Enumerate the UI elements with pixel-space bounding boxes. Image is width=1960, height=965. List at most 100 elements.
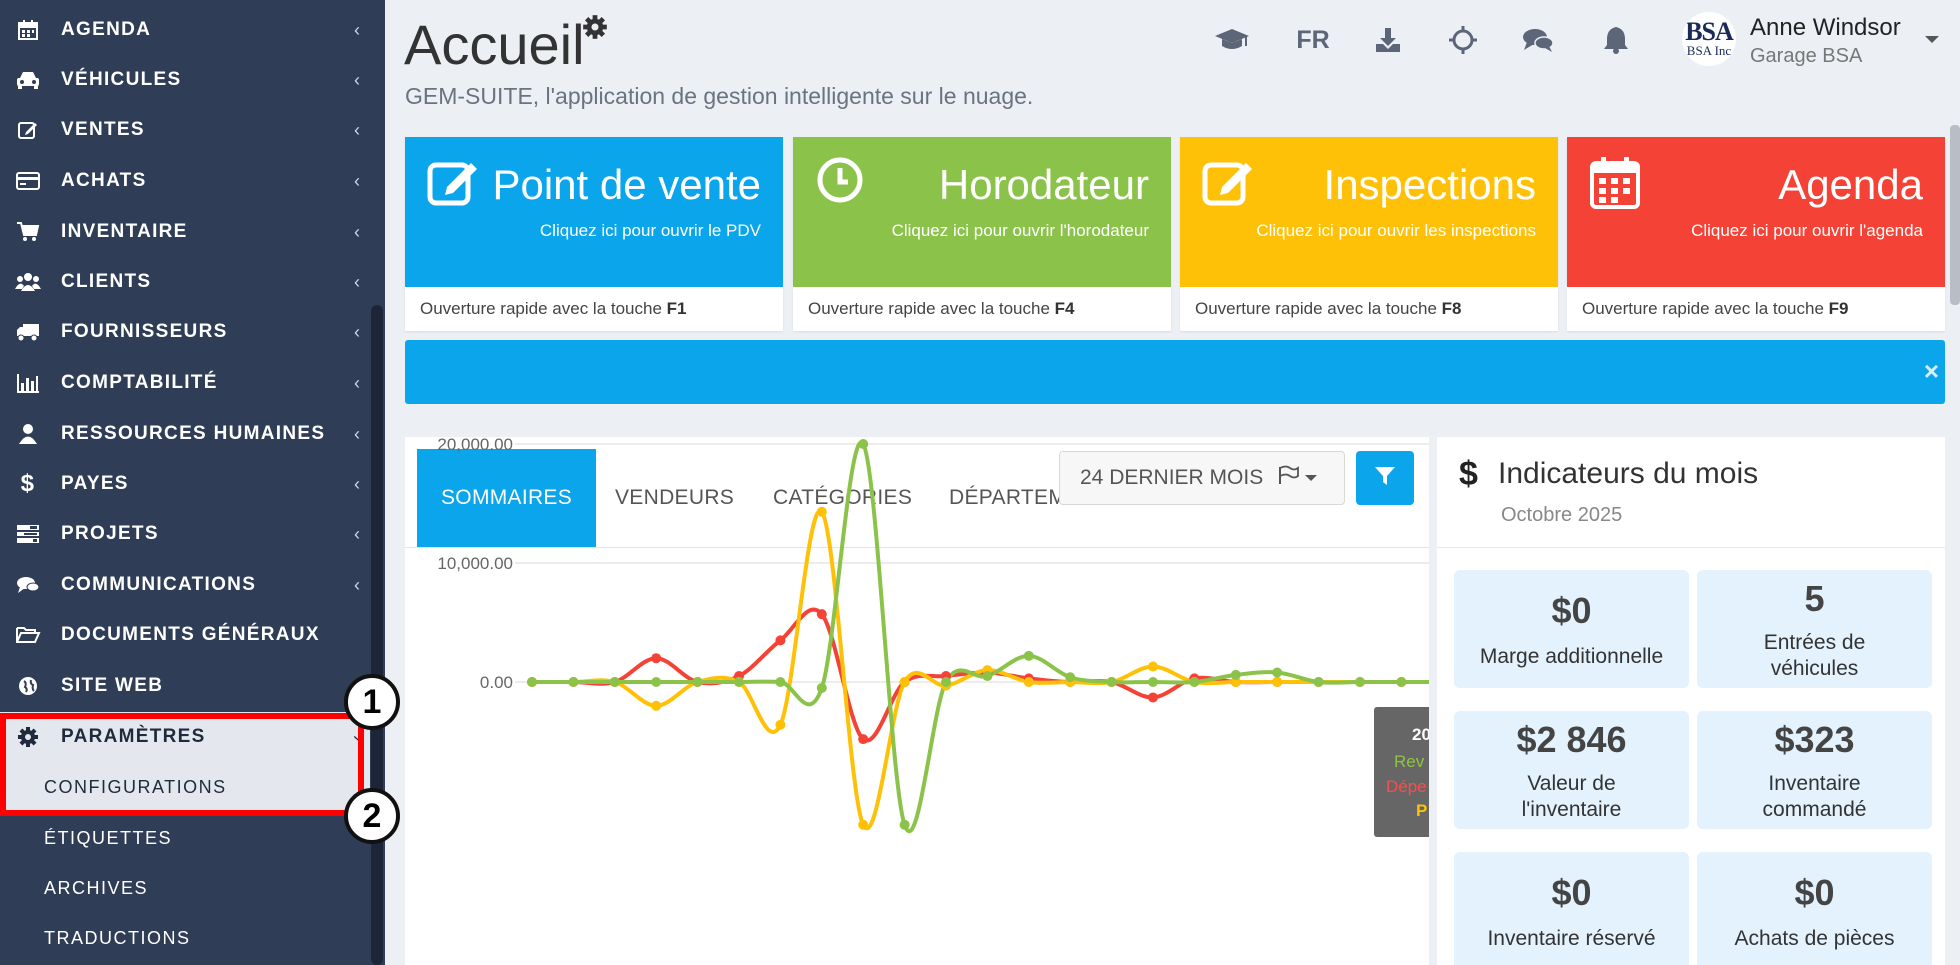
data-point[interactable] [1313,677,1324,687]
data-point[interactable] [692,677,703,687]
tile-inspections[interactable]: Inspections Cliquez ici pour ouvrir les … [1180,137,1558,331]
kpi-value: 5 [1804,578,1825,619]
download-icon[interactable] [1368,20,1408,60]
kpi-card[interactable]: 5 Entrées de véhicules [1697,570,1932,688]
data-point[interactable] [899,819,910,830]
data-point[interactable] [1023,650,1034,661]
sidebar-subitem-configurations[interactable]: CONFIGURATIONS [0,762,370,812]
sidebar-item-site-web[interactable]: SITE WEB [0,661,370,711]
sidebar-subitem-label: TRADUCTIONS [44,927,191,948]
company-logo-text: BSA [1685,17,1734,46]
data-point[interactable] [899,677,910,687]
data-point[interactable] [816,609,827,620]
sidebar-item-parametres[interactable]: PARAMÈTRES ‹ [0,712,370,762]
sidebar-item-payes[interactable]: $ PAYES ‹ [0,459,370,509]
data-point[interactable] [1148,692,1158,703]
data-point[interactable] [734,677,744,687]
data-point[interactable] [1065,672,1076,683]
data-point[interactable] [651,677,662,687]
data-point[interactable] [1272,667,1283,678]
user-name[interactable]: Anne Windsor [1750,14,1901,42]
graduation-cap-icon[interactable] [1212,20,1252,60]
kpi-card[interactable]: $0 Inventaire réservé [1454,852,1689,965]
data-point[interactable] [1355,677,1365,687]
data-point[interactable] [1023,677,1034,687]
sidebar-subitem-label: ÉTIQUETTES [44,827,173,848]
bar-chart-icon [14,369,42,397]
data-point[interactable] [1106,677,1117,687]
chart-tooltip: 20 Rev Dépe P [1374,707,1429,837]
data-point[interactable] [527,677,537,687]
sidebar-item-projets[interactable]: PROJETS ‹ [0,509,370,559]
bell-icon[interactable] [1596,20,1636,60]
data-point[interactable] [775,635,786,646]
sidebar-item-vehicules[interactable]: VÉHICULES ‹ [0,55,370,105]
sidebar-item-comptabilite[interactable]: COMPTABILITÉ ‹ [0,358,370,408]
sidebar-subitem-traductions[interactable]: TRADUCTIONS [0,913,370,963]
data-point[interactable] [982,671,993,682]
data-point[interactable] [1272,677,1283,687]
tile-agenda[interactable]: Agenda Cliquez ici pour ouvrir l'agenda … [1567,137,1945,331]
data-point[interactable] [1148,677,1158,687]
data-point[interactable] [816,682,827,693]
tile-horodateur[interactable]: Horodateur Cliquez ici pour ouvrir l'hor… [793,137,1171,331]
data-point[interactable] [816,506,827,517]
data-point[interactable] [651,700,662,711]
language-selector[interactable]: FR [1293,20,1333,60]
sidebar-subitem-archives[interactable]: ARCHIVES [0,863,370,913]
data-point[interactable] [775,719,786,730]
sidebar-item-label: VÉHICULES [61,69,182,90]
sidebar-item-inventaire[interactable]: INVENTAIRE ‹ [0,207,370,257]
tile-header: Point de vente Cliquez ici pour ouvrir l… [405,137,783,287]
series-line [532,440,1429,834]
tile-footer-key: F4 [1054,299,1075,318]
sidebar-item-fournisseurs[interactable]: FOURNISSEURS ‹ [0,307,370,357]
sidebar-subitem-label: CONFIGURATIONS [44,776,227,797]
data-point[interactable] [609,677,620,687]
sidebar-item-communications[interactable]: COMMUNICATIONS ‹ [0,560,370,610]
edit-icon [427,155,483,212]
tile-point-de-vente[interactable]: Point de vente Cliquez ici pour ouvrir l… [405,137,783,331]
y-tick-label: 20,000.00 [437,437,513,454]
kpi-card[interactable]: $323 Inventaire commandé [1697,711,1932,829]
data-point[interactable] [775,677,786,687]
dollar-icon: $ [20,470,36,497]
data-point[interactable] [941,677,951,687]
data-point[interactable] [858,819,869,830]
sidebar-item-label: COMPTABILITÉ [61,372,218,393]
page-scrollbar[interactable] [1950,125,1960,305]
caret-down-icon[interactable] [1925,36,1939,43]
data-point[interactable] [1396,677,1407,687]
sidebar-item-clients[interactable]: CLIENTS ‹ [0,257,370,307]
gear-icon[interactable] [582,14,608,45]
line-chart: 20,000.00 10,000.00 0.00 [437,437,1429,834]
cart-icon [14,218,42,246]
settings-sun-icon[interactable] [1443,20,1483,60]
kpi-card[interactable]: $0 Achats de pièces [1697,852,1932,965]
data-point[interactable] [568,677,579,687]
avatar[interactable]: BSA BSA Inc [1682,12,1736,66]
kpi-card[interactable]: $0 Marge additionnelle [1454,570,1689,688]
data-point[interactable] [858,734,869,745]
data-point[interactable] [651,653,662,664]
data-point[interactable] [858,439,869,449]
data-point[interactable] [1148,661,1158,672]
sidebar-item-ressources-humaines[interactable]: RESSOURCES HUMAINES ‹ [0,409,370,459]
sidebar-item-ventes[interactable]: VENTES ‹ [0,105,370,155]
clock-icon [815,155,865,210]
data-point[interactable] [1189,677,1200,687]
sidebar-subitem-etiquettes[interactable]: ÉTIQUETTES [0,813,370,863]
sidebar-item-achats[interactable]: ACHATS ‹ [0,156,370,206]
sidebar-item-label: VENTES [61,119,145,140]
kpi-value: $0 [1551,872,1592,913]
sidebar-scrollbar[interactable] [371,305,383,965]
kpi-card[interactable]: $2 846 Valeur de l'inventaire [1454,711,1689,829]
chat-icon[interactable] [1518,20,1558,60]
sidebar-item-documents-generaux[interactable]: DOCUMENTS GÉNÉRAUX [0,610,370,660]
tile-footer: Ouverture rapide avec la touche F9 [1582,299,1849,319]
close-icon[interactable]: × [1924,356,1939,387]
data-point[interactable] [1230,669,1241,680]
sidebar-item-agenda[interactable]: AGENDA ‹ [0,5,370,55]
sidebar-item-label: PARAMÈTRES [61,726,206,747]
page-title: Accueil [404,13,585,76]
